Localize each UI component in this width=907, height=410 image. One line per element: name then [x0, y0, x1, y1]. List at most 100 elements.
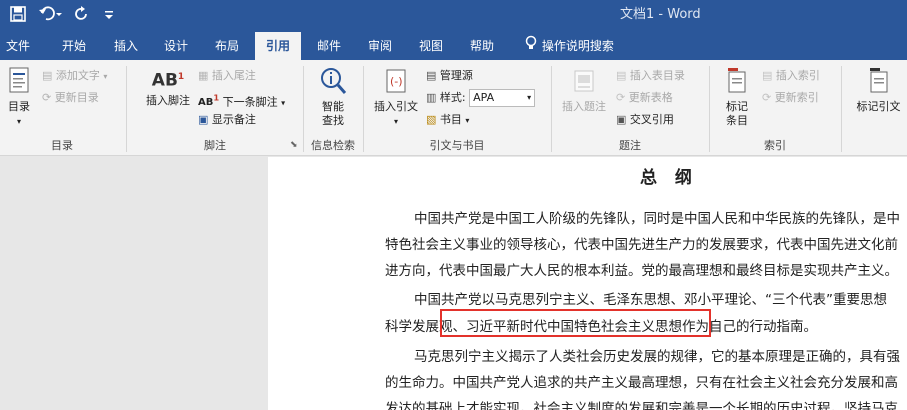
customize-qat-icon[interactable] — [104, 6, 114, 26]
next-footnote-icon: AB1 — [198, 93, 220, 109]
chevron-down-icon: ▾ — [527, 93, 532, 102]
refresh-icon: ⟳ — [616, 91, 626, 104]
chevron-down-icon: ▾ — [393, 117, 398, 126]
smart-lookup-button[interactable]: 智能 查找 — [310, 66, 356, 128]
chevron-down-icon: ▾ — [103, 72, 108, 81]
tab-references[interactable]: 引用 — [255, 32, 301, 60]
tab-mailings[interactable]: 邮件 — [307, 32, 351, 60]
mark-citation-icon — [866, 66, 892, 100]
cross-reference-icon: ▣ — [616, 113, 627, 126]
mark-citation-label: 标记引文 — [856, 100, 901, 113]
highlight-box — [440, 309, 711, 337]
dialog-launcher-icon[interactable]: ⬊ — [290, 140, 298, 150]
cross-reference-button[interactable]: ▣ 交叉引用 — [616, 110, 674, 130]
add-text-button[interactable]: ▤ 添加文字 ▾ — [42, 66, 107, 86]
insert-endnote-label: 插入尾注 — [211, 69, 256, 82]
mark-citation-button[interactable]: 标记引文 — [850, 66, 907, 114]
add-text-icon: ▤ — [42, 69, 53, 82]
update-toc-label: 更新目录 — [54, 91, 99, 104]
ribbon-tabs: 文件 开始 插入 设计 布局 引用 邮件 审阅 视图 帮助 操作说明搜索 — [0, 32, 907, 60]
chevron-down-icon: ▾ — [465, 116, 470, 125]
document-line: 进方向，代表中国最广大人民的根本利益。党的最高理想和最终目标是实现共产主义。 — [385, 263, 898, 279]
tab-help[interactable]: 帮助 — [460, 32, 504, 60]
group-label-citations: 引文与书目 — [429, 139, 485, 152]
insert-caption-label: 插入题注 — [562, 100, 606, 113]
smart-lookup-label-2: 查找 — [322, 114, 344, 127]
group-label-captions: 题注 — [619, 139, 641, 152]
insert-index-icon: ▤ — [762, 69, 773, 82]
document-page[interactable]: 总 纲 中国共产党是中国工人阶级的先锋队，同时是中国人民和中华民族的先锋队，是中… — [268, 157, 907, 410]
next-footnote-button[interactable]: AB1 下一条脚注 ▾ — [198, 88, 285, 108]
insert-citation-button[interactable]: (-) 插入引文 ▾ — [368, 68, 424, 129]
update-table-button[interactable]: ⟳ 更新表格 — [616, 88, 673, 108]
tell-me-search[interactable]: 操作说明搜索 — [524, 32, 614, 60]
insert-footnote-label: 插入脚注 — [146, 93, 190, 107]
undo-icon[interactable] — [38, 6, 64, 26]
svg-text:(-): (-) — [390, 75, 403, 88]
group-separator — [126, 66, 127, 152]
mark-entry-icon — [724, 66, 750, 100]
document-line: 特色社会主义事业的领导核心，代表中国先进生产力的发展要求，代表中国先进文化前 — [385, 237, 898, 253]
tab-insert[interactable]: 插入 — [104, 32, 148, 60]
update-index-label: 更新索引 — [774, 91, 819, 104]
bibliography-button[interactable]: ▧ 书目 ▾ — [426, 110, 469, 130]
table-of-figures-icon: ▤ — [616, 69, 627, 82]
title-bar: 文档1 - Word — [0, 0, 907, 32]
chevron-down-icon: ▾ — [281, 98, 286, 108]
insert-footnote-button[interactable]: AB1 插入脚注 — [138, 70, 198, 108]
manage-sources-label: 管理源 — [439, 69, 473, 82]
update-index-button[interactable]: ⟳ 更新索引 — [762, 88, 819, 108]
mark-entry-label: 标记 — [726, 100, 748, 113]
save-icon[interactable] — [10, 6, 26, 26]
tab-home[interactable]: 开始 — [52, 32, 96, 60]
footnote-icon: AB1 — [151, 70, 185, 91]
update-toc-button[interactable]: ⟳ 更新目录 — [42, 88, 99, 108]
document-line: 的生命力。中国共产党人追求的共产主义最高理想，只有在社会主义社会充分发展和高 — [385, 375, 898, 391]
group-label-index: 索引 — [764, 139, 786, 152]
document-heading: 总 纲 — [640, 168, 698, 188]
group-label-research: 信息检索 — [311, 139, 355, 152]
insert-tof-button[interactable]: ▤ 插入表目录 — [616, 66, 685, 86]
group-separator — [841, 66, 842, 152]
tab-layout[interactable]: 布局 — [205, 32, 249, 60]
document-line: 马克思列宁主义揭示了人类社会历史发展的规律，它的基本原理是正确的，具有强 — [414, 349, 900, 365]
document-gutter — [0, 157, 268, 410]
manage-sources-icon: ▤ — [426, 69, 437, 82]
insert-index-label: 插入索引 — [775, 69, 820, 82]
insert-caption-button[interactable]: 插入题注 — [556, 68, 612, 114]
endnote-icon: ▦ — [198, 69, 209, 82]
insert-index-button[interactable]: ▤ 插入索引 — [762, 66, 820, 86]
toc-icon — [7, 66, 31, 100]
show-notes-button[interactable]: ▣ 显示备注 — [198, 110, 256, 130]
tab-view[interactable]: 视图 — [409, 32, 453, 60]
mark-entry-button[interactable]: 标记 条目 — [714, 66, 760, 128]
insert-caption-icon — [571, 68, 597, 100]
tab-review[interactable]: 审阅 — [358, 32, 402, 60]
tell-me-label: 操作说明搜索 — [541, 39, 614, 53]
insert-citation-icon: (-) — [383, 68, 409, 100]
redo-icon[interactable] — [74, 6, 90, 26]
ribbon: 目录 ▾ ▤ 添加文字 ▾ ⟳ 更新目录 目录 AB1 插入脚注 ▦ 插入尾注 … — [0, 60, 907, 156]
cross-reference-label: 交叉引用 — [629, 113, 674, 126]
bibliography-icon: ▧ — [426, 113, 437, 126]
manage-sources-button[interactable]: ▤ 管理源 — [426, 66, 473, 86]
add-text-label: 添加文字 — [55, 69, 100, 82]
insert-tof-label: 插入表目录 — [629, 69, 685, 82]
tab-file[interactable]: 文件 — [0, 32, 36, 60]
insert-endnote-button[interactable]: ▦ 插入尾注 — [198, 66, 256, 86]
toc-button[interactable]: 目录 ▾ — [2, 66, 36, 129]
chevron-down-icon: ▾ — [16, 117, 21, 126]
update-table-label: 更新表格 — [628, 91, 673, 104]
document-line: 中国共产党以马克思列宁主义、毛泽东思想、邓小平理论、“三个代表”重要思想 — [414, 292, 887, 308]
window-title: 文档1 - Word — [620, 7, 701, 22]
toc-label: 目录 — [8, 100, 30, 113]
refresh-icon: ⟳ — [42, 91, 52, 104]
smart-lookup-label: 智能 — [322, 100, 344, 113]
document-line: 发达的基础上才能实现。社会主义制度的发展和完善是一个长期的历史过程。坚持马克 — [385, 401, 898, 410]
style-selector[interactable]: ▥ 样式: APA ▾ — [426, 88, 536, 108]
tab-design[interactable]: 设计 — [154, 32, 198, 60]
style-label: 样式: — [439, 91, 466, 104]
mark-entry-label-2: 条目 — [726, 114, 748, 127]
bibliography-label: 书目 — [439, 113, 462, 126]
style-dropdown[interactable]: APA ▾ — [469, 89, 536, 107]
